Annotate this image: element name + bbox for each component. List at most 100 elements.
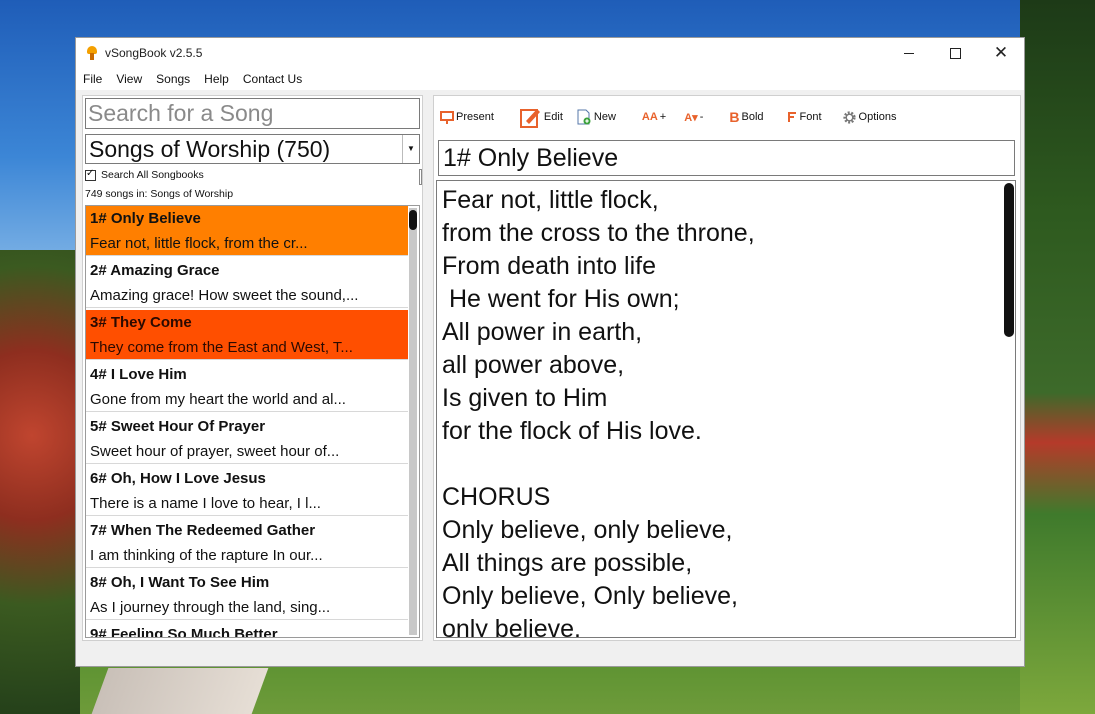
lyric-line <box>442 448 755 481</box>
new-label: New <box>593 111 616 123</box>
search-all-checkbox[interactable] <box>85 168 96 181</box>
song-list-item[interactable]: 4# I Love Him Gone from my heart the wor… <box>86 362 408 412</box>
edit-icon <box>519 106 542 128</box>
song-item-title: 6# Oh, How I Love Jesus <box>90 470 266 487</box>
edit-button[interactable]: Edit <box>519 106 563 128</box>
song-item-title: 4# I Love Him <box>90 366 187 383</box>
maximize-icon <box>949 47 961 59</box>
song-list-item[interactable]: 9# Feeling So Much Better <box>86 622 408 638</box>
lyric-line: He went for His own; <box>442 285 680 313</box>
song-list-item[interactable]: 6# Oh, How I Love Jesus There is a name … <box>86 466 408 516</box>
lyric-line: Only believe, only believe, <box>442 516 733 544</box>
menu-view[interactable]: View <box>109 72 149 86</box>
edit-label: Edit <box>543 111 563 123</box>
font-decrease-icon: A▾ <box>684 111 698 124</box>
wallpaper-tree-right <box>1020 0 1095 714</box>
dropdown-arrow-icon[interactable]: ▼ <box>402 135 419 163</box>
song-list-item[interactable]: 7# When The Redeemed Gather I am thinkin… <box>86 518 408 568</box>
bold-label: Bold <box>741 111 764 123</box>
search-input[interactable]: Search for a Song <box>85 98 420 129</box>
song-item-preview: I am thinking of the rapture In our... <box>90 547 323 564</box>
font-label: Font <box>799 111 822 123</box>
lyric-line: Only believe, Only believe, <box>442 582 738 610</box>
increase-font-button[interactable]: AA + <box>642 111 666 123</box>
song-item-title: 2# Amazing Grace <box>90 262 220 279</box>
song-item-preview: Sweet hour of prayer, sweet hour of... <box>90 443 340 460</box>
song-list-item[interactable]: 2# Amazing Grace Amazing grace! How swee… <box>86 258 408 308</box>
song-count-status: 749 songs in: Songs of Worship <box>85 188 234 200</box>
song-item-title: 9# Feeling So Much Better <box>90 626 278 638</box>
song-list-item[interactable]: 5# Sweet Hour Of Prayer Sweet hour of pr… <box>86 414 408 464</box>
songbook-selected-value: Songs of Worship (750) <box>89 136 331 162</box>
song-item-preview: They come from the East and West, T... <box>90 339 353 356</box>
font-button[interactable]: Font <box>786 111 822 123</box>
song-title-field[interactable]: 1# Only Believe <box>438 140 1015 176</box>
window-title: vSongBook v2.5.5 <box>105 46 203 60</box>
menu-contact-us[interactable]: Contact Us <box>236 72 309 86</box>
decrease-font-button[interactable]: A▾ - <box>684 111 703 124</box>
menu-file[interactable]: File <box>76 72 109 86</box>
decrease-font-label: - <box>699 111 704 123</box>
lyric-line: All things are possible, <box>442 549 693 577</box>
song-list-item[interactable]: 8# Oh, I Want To See Him As I journey th… <box>86 570 408 620</box>
song-item-title: 1# Only Believe <box>90 210 201 227</box>
close-icon: ✕ <box>993 43 1009 62</box>
lyrics-display: Fear not, little flock, from the cross t… <box>436 180 1016 638</box>
song-list: 1# Only Believe Fear not, little flock, … <box>85 205 420 638</box>
song-item-title: 7# When The Redeemed Gather <box>90 522 316 539</box>
title-bar: vSongBook v2.5.5 ✕ <box>76 38 1024 68</box>
increase-font-label: + <box>659 111 667 123</box>
options-label: Options <box>858 111 897 123</box>
bold-button[interactable]: B Bold <box>729 109 763 125</box>
song-list-item[interactable]: 3# They Come They come from the East and… <box>86 310 408 360</box>
options-button[interactable]: Options <box>842 110 897 125</box>
lyric-line: CHORUS <box>442 483 551 511</box>
lyrics-text: Fear not, little flock, from the cross t… <box>442 184 755 638</box>
font-icon <box>786 111 798 123</box>
lyric-line: From death into life <box>442 252 656 280</box>
song-list-scrollbar[interactable] <box>409 208 417 635</box>
menu-bar: File View Songs Help Contact Us <box>76 68 1024 90</box>
present-button[interactable]: Present <box>440 110 494 124</box>
song-item-preview: There is a name I love to hear, I l... <box>90 495 321 512</box>
menu-help[interactable]: Help <box>197 72 236 86</box>
lyric-line: for the flock of His love. <box>442 417 702 445</box>
font-increase-icon: AA <box>641 111 658 123</box>
song-item-title: 5# Sweet Hour Of Prayer <box>90 418 266 435</box>
menu-songs[interactable]: Songs <box>149 72 197 86</box>
song-viewer-panel: Present Edit New AA + A▾ - B Bold Font O… <box>433 95 1021 641</box>
gear-icon <box>842 110 857 125</box>
new-document-icon <box>577 109 592 125</box>
song-list-item[interactable]: 1# Only Believe Fear not, little flock, … <box>86 206 408 256</box>
panel-splitter-handle[interactable] <box>419 169 422 185</box>
song-browser-panel: Search for a Song Songs of Worship (750)… <box>82 95 423 641</box>
song-item-preview: Gone from my heart the world and al... <box>90 391 346 408</box>
song-item-preview: As I journey through the land, sing... <box>90 599 331 616</box>
song-list-scroll-thumb[interactable] <box>409 210 417 230</box>
song-item-preview: Fear not, little flock, from the cr... <box>90 235 308 252</box>
app-logo-icon <box>85 46 99 60</box>
close-button[interactable]: ✕ <box>978 38 1024 68</box>
song-item-title: 8# Oh, I Want To See Him <box>90 574 270 591</box>
lyric-line: only believe. <box>442 615 581 638</box>
lyrics-scroll-thumb[interactable] <box>1004 183 1014 337</box>
wallpaper-tree-left <box>0 250 80 714</box>
present-icon <box>440 110 454 124</box>
songbook-select[interactable]: Songs of Worship (750) ▼ <box>85 134 420 164</box>
song-list-items: 1# Only Believe Fear not, little flock, … <box>86 206 408 638</box>
new-song-button[interactable]: New <box>577 109 616 125</box>
song-item-preview: Amazing grace! How sweet the sound,... <box>90 287 359 304</box>
search-all-label: Search All Songbooks <box>101 169 204 181</box>
bold-icon: B <box>729 109 740 125</box>
lyric-line: All power in earth, <box>442 318 643 346</box>
viewer-toolbar: Present Edit New AA + A▾ - B Bold Font O… <box>434 102 910 132</box>
app-window: vSongBook v2.5.5 ✕ File View Songs Help … <box>75 37 1025 667</box>
wallpaper-path <box>91 668 269 714</box>
minimize-button[interactable] <box>886 38 932 68</box>
minimize-icon <box>904 52 914 54</box>
song-item-title: 3# They Come <box>90 314 192 331</box>
maximize-button[interactable] <box>932 38 978 68</box>
lyric-line: all power above, <box>442 351 625 379</box>
present-label: Present <box>456 111 494 123</box>
search-all-option[interactable]: Search All Songbooks <box>85 168 204 181</box>
